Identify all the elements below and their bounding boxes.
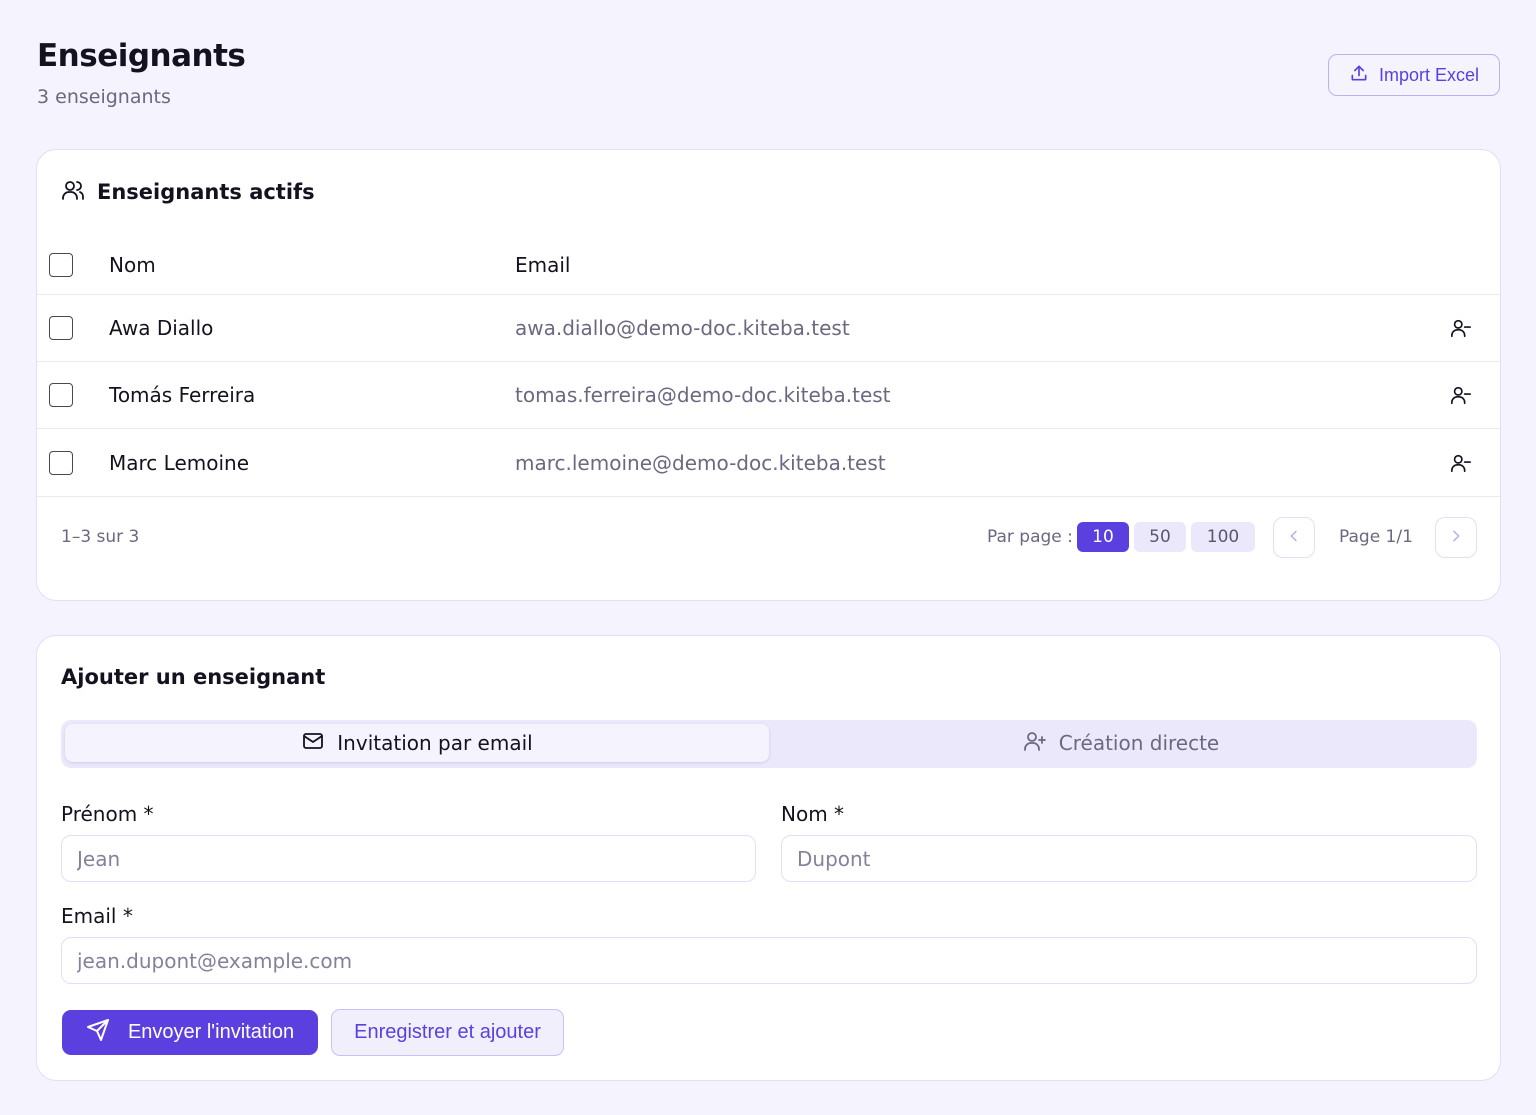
prenom-label: Prénom * bbox=[61, 802, 154, 826]
table-row: Awa Diallo awa.diallo@demo-doc.kiteba.te… bbox=[37, 295, 1500, 362]
next-page-button[interactable] bbox=[1435, 517, 1477, 558]
teacher-email: tomas.ferreira@demo-doc.kiteba.test bbox=[515, 383, 891, 407]
prenom-input[interactable] bbox=[61, 835, 756, 882]
tab-email-invitation[interactable]: Invitation par email bbox=[65, 724, 769, 762]
users-icon bbox=[61, 178, 85, 206]
mail-icon bbox=[301, 729, 325, 758]
user-plus-icon bbox=[1023, 729, 1047, 758]
tab-email-label: Invitation par email bbox=[337, 731, 533, 755]
nom-input[interactable] bbox=[781, 835, 1477, 882]
add-teacher-title: Ajouter un enseignant bbox=[61, 665, 326, 689]
add-mode-tabs: Invitation par email Création directe bbox=[61, 720, 1477, 768]
teacher-name: Marc Lemoine bbox=[109, 451, 249, 475]
row-checkbox[interactable] bbox=[49, 451, 73, 475]
table-row: Marc Lemoine marc.lemoine@demo-doc.kiteb… bbox=[37, 430, 1500, 497]
chevron-left-icon bbox=[1286, 528, 1302, 547]
add-teacher-card: Ajouter un enseignant Invitation par ema… bbox=[36, 635, 1501, 1081]
user-minus-icon[interactable] bbox=[1447, 449, 1475, 477]
page-indicator: Page 1/1 bbox=[1339, 527, 1413, 547]
import-excel-button[interactable]: Import Excel bbox=[1328, 54, 1500, 96]
per-page-10-button[interactable]: 10 bbox=[1077, 522, 1129, 552]
row-checkbox[interactable] bbox=[49, 383, 73, 407]
per-page-100-button[interactable]: 100 bbox=[1191, 522, 1255, 552]
user-minus-icon[interactable] bbox=[1447, 314, 1475, 342]
page-title: Enseignants bbox=[37, 38, 246, 74]
upload-icon bbox=[1349, 63, 1369, 88]
column-header-email: Email bbox=[515, 252, 571, 277]
teacher-name: Awa Diallo bbox=[109, 316, 214, 340]
send-invitation-button[interactable]: Envoyer l'invitation bbox=[62, 1010, 318, 1055]
card-header: Enseignants actifs bbox=[61, 178, 315, 206]
save-and-add-button[interactable]: Enregistrer et ajouter bbox=[331, 1009, 564, 1056]
send-invitation-label: Envoyer l'invitation bbox=[127, 1021, 295, 1043]
tab-direct-label: Création directe bbox=[1058, 731, 1220, 755]
column-header-name: Nom bbox=[109, 252, 156, 277]
table-row: Tomás Ferreira tomas.ferreira@demo-doc.k… bbox=[37, 362, 1500, 429]
select-all-checkbox[interactable] bbox=[49, 252, 73, 277]
table-header: Nom Email bbox=[37, 235, 1500, 295]
teacher-email: marc.lemoine@demo-doc.kiteba.test bbox=[515, 451, 886, 475]
nom-label: Nom * bbox=[781, 802, 845, 826]
card-title: Enseignants actifs bbox=[97, 180, 315, 204]
previous-page-button[interactable] bbox=[1273, 517, 1315, 558]
page: Enseignants 3 enseignants Import Excel E… bbox=[0, 0, 1536, 1115]
active-teachers-card: Enseignants actifs Nom Email Awa Diallo … bbox=[36, 149, 1501, 601]
per-page-50-button[interactable]: 50 bbox=[1134, 522, 1186, 552]
teacher-email: awa.diallo@demo-doc.kiteba.test bbox=[515, 316, 850, 340]
page-subtitle: 3 enseignants bbox=[37, 86, 171, 108]
pagination-range: 1–3 sur 3 bbox=[61, 527, 140, 547]
user-minus-icon[interactable] bbox=[1447, 381, 1475, 409]
row-checkbox[interactable] bbox=[49, 316, 73, 340]
email-label: Email * bbox=[61, 904, 133, 928]
per-page-label: Par page : bbox=[987, 527, 1073, 547]
email-input[interactable] bbox=[61, 937, 1477, 984]
chevron-right-icon bbox=[1448, 528, 1464, 547]
tab-direct-creation[interactable]: Création directe bbox=[769, 724, 1473, 762]
import-excel-label: Import Excel bbox=[1378, 64, 1480, 85]
send-icon bbox=[86, 1018, 110, 1048]
teacher-name: Tomás Ferreira bbox=[109, 383, 256, 407]
